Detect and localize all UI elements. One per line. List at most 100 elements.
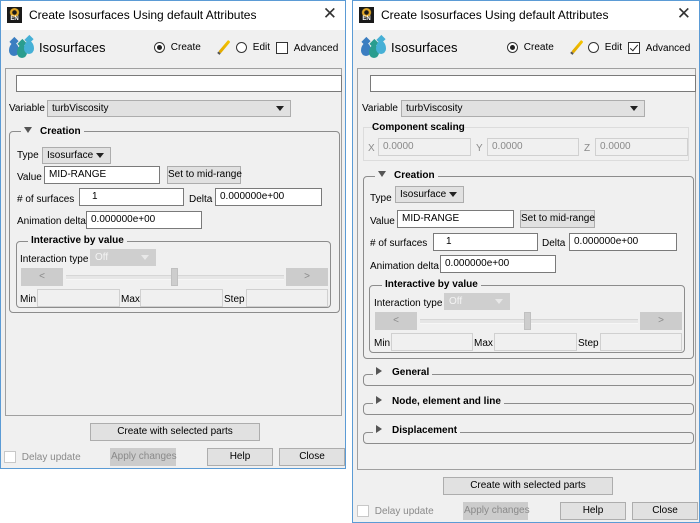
radio-unselected-icon[interactable] bbox=[236, 42, 247, 53]
app-icon: EN bbox=[359, 7, 374, 23]
expand-down-icon bbox=[24, 127, 32, 133]
animation-delta-field[interactable]: 0.000000e+00 bbox=[440, 255, 556, 273]
animation-delta-label: Animation delta bbox=[370, 261, 439, 272]
interaction-type-select[interactable]: Off bbox=[444, 293, 510, 310]
max-field[interactable] bbox=[140, 289, 223, 307]
app-icon: EN bbox=[7, 7, 22, 23]
prev-value-button[interactable]: < bbox=[375, 312, 417, 330]
type-select[interactable]: Isosurface bbox=[42, 147, 111, 164]
checkbox-unchecked-icon[interactable] bbox=[357, 505, 369, 517]
creation-toggle[interactable]: Creation bbox=[21, 126, 84, 138]
radio-selected-icon[interactable] bbox=[507, 42, 518, 53]
delay-update-checkbox[interactable]: Delay update bbox=[357, 505, 434, 517]
prev-value-button[interactable]: < bbox=[21, 268, 63, 286]
interactive-group-title: Interactive by value bbox=[28, 235, 127, 247]
title-bar[interactable]: EN Create Isosurfaces Using default Attr… bbox=[1, 1, 345, 30]
value-slider-thumb[interactable] bbox=[524, 312, 531, 330]
close-button[interactable]: Close bbox=[632, 502, 698, 520]
value-label: Value bbox=[370, 216, 395, 227]
value-slider-thumb[interactable] bbox=[171, 268, 178, 286]
apply-changes-button[interactable]: Apply changes bbox=[463, 502, 530, 520]
value-field[interactable]: MID-RANGE bbox=[44, 166, 160, 184]
help-button[interactable]: Help bbox=[560, 502, 626, 520]
min-field[interactable] bbox=[37, 289, 120, 307]
close-icon[interactable]: ✕ bbox=[323, 4, 337, 24]
isosurface-dialog-advanced: EN Create Isosurfaces Using default Attr… bbox=[352, 0, 700, 523]
radio-selected-icon[interactable] bbox=[154, 42, 165, 53]
chevron-down-icon bbox=[495, 299, 503, 304]
min-field[interactable] bbox=[391, 333, 473, 351]
chevron-down-icon bbox=[96, 153, 104, 158]
pencil-icon bbox=[218, 39, 231, 54]
delta-field[interactable]: 0.000000e+00 bbox=[569, 233, 677, 251]
name-field[interactable] bbox=[16, 75, 342, 92]
apply-changes-button[interactable]: Apply changes bbox=[110, 448, 177, 466]
surfaces-field[interactable]: 1 bbox=[79, 188, 184, 206]
mode-create-radio[interactable]: Create bbox=[507, 42, 554, 53]
max-field[interactable] bbox=[494, 333, 577, 351]
variable-select[interactable]: turbViscosity bbox=[401, 100, 645, 117]
creation-toggle[interactable]: Creation bbox=[375, 170, 438, 182]
value-field[interactable]: MID-RANGE bbox=[397, 210, 514, 228]
chevron-down-icon bbox=[276, 106, 284, 111]
chevron-down-icon bbox=[630, 106, 638, 111]
animation-delta-field[interactable]: 0.000000e+00 bbox=[86, 211, 202, 229]
max-label: Max bbox=[474, 338, 493, 349]
create-with-selected-parts-button[interactable]: Create with selected parts bbox=[443, 477, 613, 495]
isosurface-dialog-basic: EN Create Isosurfaces Using default Attr… bbox=[0, 0, 346, 469]
set-mid-range-button[interactable]: Set to mid-range bbox=[520, 210, 595, 228]
min-label: Min bbox=[20, 294, 37, 305]
isosurface-drops-icon bbox=[9, 37, 35, 59]
step-field[interactable] bbox=[600, 333, 682, 351]
close-icon[interactable]: ✕ bbox=[677, 4, 691, 24]
close-button[interactable]: Close bbox=[279, 448, 345, 466]
delay-update-checkbox[interactable]: Delay update bbox=[4, 451, 81, 463]
max-label: Max bbox=[121, 294, 140, 305]
interaction-type-label: Interaction type bbox=[20, 254, 89, 265]
surfaces-field[interactable]: 1 bbox=[433, 233, 538, 251]
advanced-checkbox[interactable]: Advanced bbox=[276, 42, 338, 54]
mode-edit-radio[interactable]: Edit bbox=[236, 42, 270, 53]
type-select[interactable]: Isosurface bbox=[395, 186, 464, 203]
mode-create-radio[interactable]: Create bbox=[154, 42, 201, 53]
general-section-toggle[interactable]: General bbox=[373, 367, 433, 379]
expand-right-icon bbox=[376, 425, 382, 433]
checkbox-unchecked-icon[interactable] bbox=[276, 42, 288, 54]
scale-z-field[interactable]: 0.0000 bbox=[595, 138, 688, 156]
scale-x-label: X bbox=[368, 143, 375, 154]
dialog-heading: Isosurfaces bbox=[39, 40, 106, 55]
mode-edit-radio[interactable]: Edit bbox=[588, 42, 622, 53]
next-value-button[interactable]: > bbox=[640, 312, 682, 330]
min-label: Min bbox=[374, 338, 391, 349]
set-mid-range-button[interactable]: Set to mid-range bbox=[167, 166, 242, 184]
next-value-button[interactable]: > bbox=[286, 268, 328, 286]
scale-x-field[interactable]: 0.0000 bbox=[378, 138, 471, 156]
type-label: Type bbox=[17, 150, 39, 161]
variable-label: Variable bbox=[9, 103, 45, 114]
window-title: Create Isosurfaces Using default Attribu… bbox=[29, 8, 257, 22]
scale-y-field[interactable]: 0.0000 bbox=[487, 138, 579, 156]
step-label: Step bbox=[224, 294, 245, 305]
title-bar[interactable]: EN Create Isosurfaces Using default Attr… bbox=[353, 1, 699, 30]
expand-right-icon bbox=[376, 367, 382, 375]
delta-field[interactable]: 0.000000e+00 bbox=[215, 188, 322, 206]
interactive-group-title: Interactive by value bbox=[382, 279, 481, 291]
checkbox-checked-icon[interactable] bbox=[628, 42, 640, 54]
radio-unselected-icon[interactable] bbox=[588, 42, 599, 53]
node-element-line-section-toggle[interactable]: Node, element and line bbox=[373, 396, 504, 408]
component-scaling-title: Component scaling bbox=[372, 122, 465, 133]
help-button[interactable]: Help bbox=[207, 448, 273, 466]
displacement-section-toggle[interactable]: Displacement bbox=[373, 425, 461, 437]
window-title: Create Isosurfaces Using default Attribu… bbox=[381, 8, 609, 22]
interaction-type-select[interactable]: Off bbox=[90, 249, 156, 266]
interaction-type-label: Interaction type bbox=[374, 298, 443, 309]
pencil-icon bbox=[571, 39, 584, 54]
create-with-selected-parts-button[interactable]: Create with selected parts bbox=[90, 423, 260, 441]
name-field[interactable] bbox=[370, 75, 696, 92]
variable-select[interactable]: turbViscosity bbox=[47, 100, 291, 117]
delta-label: Delta bbox=[542, 238, 566, 249]
value-label: Value bbox=[17, 172, 42, 183]
step-field[interactable] bbox=[246, 289, 328, 307]
checkbox-unchecked-icon[interactable] bbox=[4, 451, 16, 463]
advanced-checkbox[interactable]: Advanced bbox=[628, 42, 690, 54]
